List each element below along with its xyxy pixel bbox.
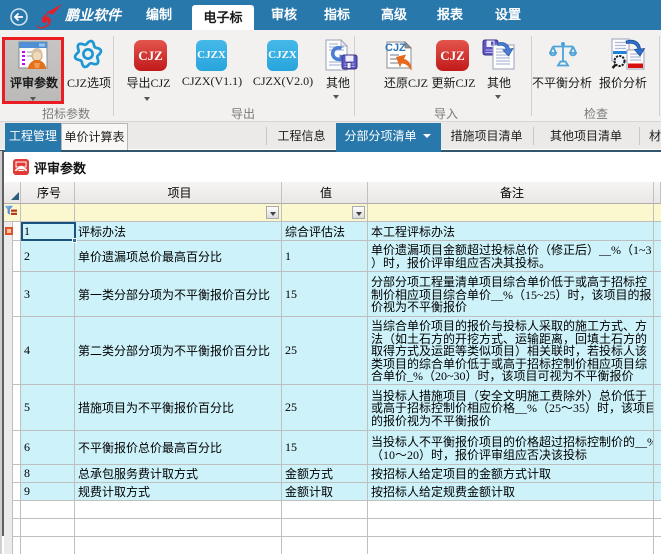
svg-text:CJZ: CJZ [385,42,406,54]
